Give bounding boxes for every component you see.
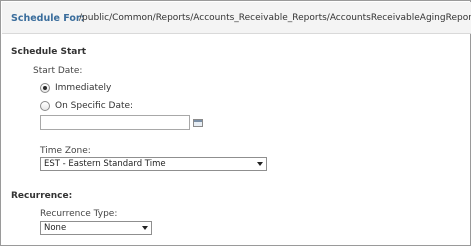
recurrence-type-label: Recurrence Type:	[40, 209, 118, 219]
time-zone-value: EST - Eastern Standard Time	[44, 159, 166, 169]
time-zone-select[interactable]: EST - Eastern Standard Time	[40, 157, 267, 171]
time-zone-label: Time Zone:	[40, 146, 91, 156]
report-path: /public/Common/Reports/Accounts_Receivab…	[79, 13, 471, 23]
immediately-label[interactable]: Immediately	[55, 83, 111, 93]
recurrence-type-value: None	[44, 223, 67, 233]
chevron-down-icon	[257, 162, 263, 166]
recurrence-title: Recurrence:	[11, 191, 73, 201]
schedule-start-title: Schedule Start	[11, 47, 87, 57]
schedule-header: Schedule For: /public/Common/Reports/Acc…	[2, 2, 471, 34]
specific-date-label[interactable]: On Specific Date:	[55, 101, 133, 111]
schedule-dialog: Schedule For: /public/Common/Reports/Acc…	[0, 0, 471, 246]
chevron-down-icon	[142, 226, 148, 230]
specific-date-input[interactable]	[40, 115, 190, 130]
specific-date-radio[interactable]	[40, 101, 50, 111]
start-date-label: Start Date:	[33, 66, 83, 76]
recurrence-type-select[interactable]: None	[40, 221, 152, 235]
calendar-icon[interactable]	[193, 119, 203, 127]
schedule-for-label: Schedule For:	[11, 13, 85, 24]
immediately-radio[interactable]	[40, 83, 50, 93]
